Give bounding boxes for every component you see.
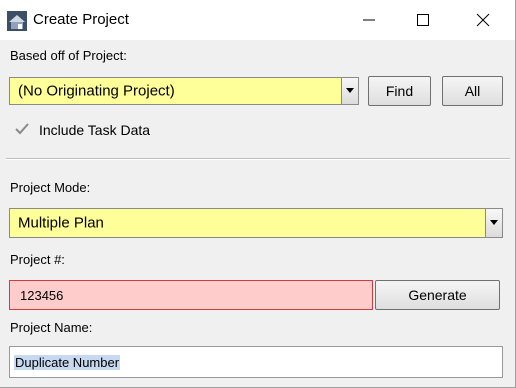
create-project-dialog: Create Project Based off of Project: (No… — [0, 0, 516, 388]
separator — [6, 158, 510, 160]
project-mode-combo[interactable]: Multiple Plan — [9, 208, 503, 238]
project-name-value: Duplicate Number — [14, 355, 121, 370]
all-button[interactable]: All — [442, 76, 503, 106]
project-name-label: Project Name: — [10, 320, 93, 335]
project-number-value: 123456 — [20, 288, 64, 303]
dropdown-arrow-icon[interactable] — [485, 209, 502, 237]
project-mode-label: Project Mode: — [10, 180, 91, 195]
maximize-button[interactable] — [400, 0, 446, 40]
project-number-input[interactable]: 123456 — [9, 280, 373, 310]
dropdown-arrow-icon[interactable] — [341, 78, 358, 104]
window-title: Create Project — [33, 11, 129, 28]
originating-project-combo[interactable]: (No Originating Project) — [9, 77, 359, 105]
minimize-button[interactable] — [346, 0, 392, 40]
title-bar: Create Project — [0, 0, 515, 40]
generate-button[interactable]: Generate — [375, 280, 500, 310]
based-off-label: Based off of Project: — [10, 48, 127, 63]
originating-project-value: (No Originating Project) — [18, 82, 175, 100]
project-mode-value: Multiple Plan — [18, 214, 104, 232]
include-task-data-label: Include Task Data — [39, 122, 151, 138]
app-icon — [7, 11, 27, 31]
include-task-data-checkbox[interactable] — [14, 121, 30, 137]
close-button[interactable] — [460, 0, 506, 40]
project-number-label: Project #: — [10, 252, 65, 267]
project-name-input[interactable]: Duplicate Number — [9, 346, 503, 378]
find-button[interactable]: Find — [368, 76, 431, 106]
